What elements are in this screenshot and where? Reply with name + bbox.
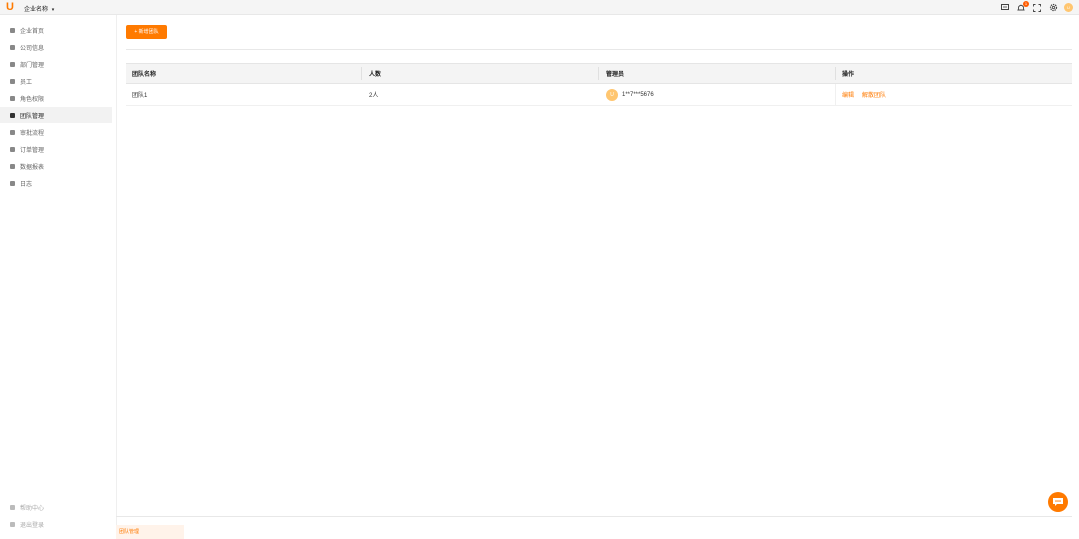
column-separator [598, 67, 599, 80]
column-header-actions: 操作 [842, 72, 855, 78]
sidebar-item-label: 日志 [20, 181, 33, 188]
sidebar-item-8[interactable]: 数据报表 [0, 158, 112, 174]
sidebar-item-label: 公司信息 [20, 45, 45, 52]
org-icon [10, 44, 15, 50]
user-avatar[interactable]: U [1064, 3, 1073, 12]
sidebar-item-label: 角色权限 [20, 96, 45, 103]
top-bar: U 企业名称 ▾ 1 U [0, 0, 1079, 15]
team-manager: U 1**7***5676 [606, 84, 654, 105]
list-icon [10, 163, 15, 169]
company-switcher[interactable]: 企业名称 ▾ [24, 4, 54, 13]
company-name: 企业名称 [24, 7, 49, 13]
table-row: 团队1 2人 U 1**7***5676 编辑 解散团队 [126, 84, 1072, 106]
sidebar: 企业首页 公司信息 部门管理 员工 角色权限 团队管理 审批流程 订单管理 数据… [0, 15, 117, 539]
sidebar-item-6[interactable]: 审批流程 [0, 124, 112, 140]
message-icon[interactable] [1000, 3, 1010, 13]
logout-icon [10, 521, 15, 527]
chat-button[interactable] [1048, 492, 1068, 512]
dissolve-team-link[interactable]: 解散团队 [862, 90, 886, 99]
team-name: 团队1 [132, 93, 148, 99]
sidebar-item-2[interactable]: 部门管理 [0, 56, 112, 72]
sidebar-item-label: 订单管理 [20, 147, 45, 154]
sidebar-item-label: 员工 [20, 79, 33, 86]
sidebar-item-3[interactable]: 员工 [0, 73, 112, 89]
footer-divider [116, 516, 1072, 517]
sidebar-item-label: 团队管理 [20, 113, 45, 120]
sidebar-item-label: 企业首页 [20, 28, 45, 35]
chat-icon [1053, 498, 1063, 506]
manager-phone: 1**7***5676 [622, 91, 654, 98]
sidebar-item-label: 帮助中心 [20, 505, 45, 512]
team-icon [10, 112, 15, 118]
log-icon [10, 180, 15, 186]
people-icon [10, 95, 15, 101]
add-team-button[interactable]: + 新增团队 [126, 25, 167, 39]
gear-icon[interactable] [1048, 3, 1058, 13]
team-table: 团队名称 人数 管理员 操作 团队1 2人 U 1**7***5676 编辑 解… [126, 63, 1072, 106]
settings-icon [10, 129, 15, 135]
user-icon [10, 78, 15, 84]
column-header-name: 团队名称 [132, 72, 157, 78]
footer-tab[interactable]: 团队管理 [116, 525, 184, 539]
sidebar-item-9[interactable]: 日志 [0, 175, 112, 191]
sidebar-item-label: 退出登录 [20, 522, 45, 529]
column-header-count: 人数 [369, 72, 382, 78]
avatar: U [606, 88, 618, 101]
sidebar-item-label: 数据报表 [20, 164, 45, 171]
sidebar-item-7[interactable]: 订单管理 [0, 141, 112, 157]
app-logo[interactable]: U [4, 1, 16, 13]
building-icon [10, 61, 15, 67]
sidebar-item-4[interactable]: 角色权限 [0, 90, 112, 106]
sidebar-item-5[interactable]: 团队管理 [0, 107, 112, 123]
team-count: 2人 [369, 93, 379, 99]
column-separator [835, 84, 836, 105]
help-icon [10, 504, 15, 510]
column-separator [835, 67, 836, 80]
column-separator [361, 67, 362, 80]
sidebar-item-0[interactable]: 企业首页 [0, 22, 112, 38]
sidebar-item-1[interactable]: 公司信息 [0, 39, 112, 55]
divider [126, 49, 1072, 50]
bell-icon[interactable]: 1 [1016, 0, 1029, 13]
chevron-down-icon: ▾ [51, 7, 55, 13]
column-header-manager: 管理员 [606, 72, 625, 78]
fullscreen-icon[interactable] [1032, 3, 1042, 13]
table-header: 团队名称 人数 管理员 操作 [126, 63, 1072, 84]
folder-icon [10, 27, 15, 33]
notification-badge: 1 [1023, 0, 1029, 7]
sidebar-item-label: 审批流程 [20, 130, 45, 137]
sidebar-bottom-help[interactable]: 帮助中心 [0, 499, 112, 515]
edit-link[interactable]: 编辑 [842, 90, 854, 99]
sidebar-item-label: 部门管理 [20, 62, 45, 69]
sidebar-bottom-logout[interactable]: 退出登录 [0, 516, 112, 532]
top-icons: 1 U [1000, 0, 1073, 13]
row-actions: 编辑 解散团队 [842, 84, 886, 105]
doc-icon [10, 146, 15, 152]
